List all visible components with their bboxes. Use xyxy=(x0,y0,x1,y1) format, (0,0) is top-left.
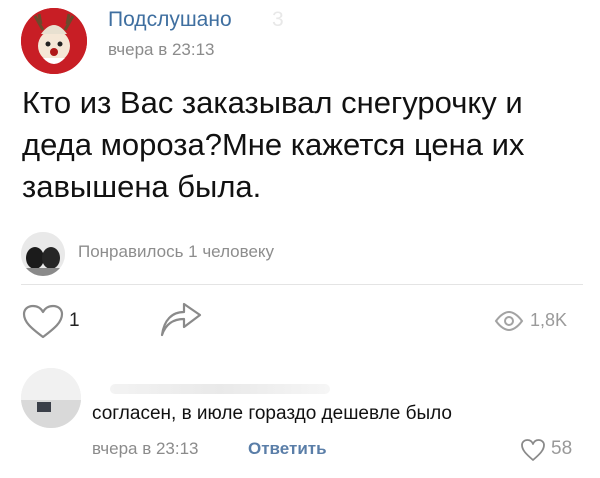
blurred-commenter-name xyxy=(110,384,330,394)
group-avatar[interactable] xyxy=(21,8,87,74)
heart-outline-icon[interactable] xyxy=(21,304,65,340)
group-name-link[interactable]: Подслушано xyxy=(108,8,232,32)
liker-avatar[interactable] xyxy=(21,232,65,276)
faded-icon-trace: 3 xyxy=(272,8,284,31)
commenter-avatar-image xyxy=(21,368,81,428)
post-timestamp: вчера в 23:13 xyxy=(108,40,215,59)
comment-timestamp: вчера в 23:13 xyxy=(92,439,199,458)
commenter-avatar[interactable] xyxy=(21,368,81,428)
heart-outline-icon[interactable] xyxy=(520,438,546,462)
liked-by-text[interactable]: Понравилось 1 человеку xyxy=(78,242,274,262)
eye-icon xyxy=(494,310,524,332)
views-count: 1,8K xyxy=(530,310,568,330)
share-arrow-icon[interactable] xyxy=(158,301,204,339)
divider xyxy=(21,284,583,285)
comment-text: согласен, в июле гораздо дешевле было xyxy=(92,403,452,424)
comment-like-count: 58 xyxy=(551,438,573,459)
deer-santa-avatar-image xyxy=(21,8,87,74)
like-count: 1 xyxy=(69,310,80,331)
reply-button[interactable]: Ответить xyxy=(248,439,327,459)
dogs-avatar-image xyxy=(21,232,65,276)
post-text: Кто из Вас заказывал снегурочку и деда м… xyxy=(22,85,525,204)
